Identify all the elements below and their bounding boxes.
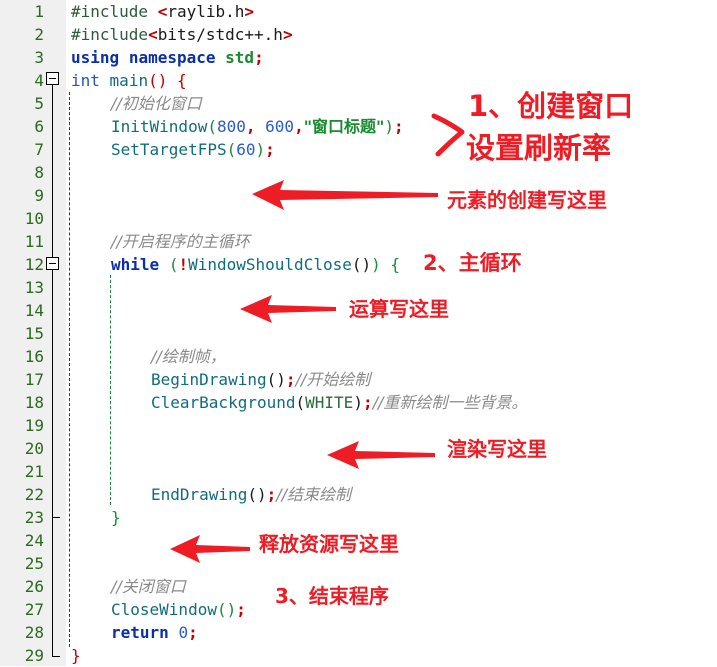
line-number: 16 xyxy=(24,347,44,366)
code-line: 29 } xyxy=(0,644,717,667)
code-line: 11 //开启程序的主循环 xyxy=(0,230,717,253)
line-number: 26 xyxy=(24,577,44,596)
code-line: 16 //绘制帧， xyxy=(0,345,717,368)
annotation-render: 渲染写这里 xyxy=(447,437,547,461)
code-text: CloseWindow(); xyxy=(111,600,246,619)
line-number: 28 xyxy=(24,623,44,642)
code-line: 1 #include <raylib.h> xyxy=(0,0,717,23)
code-line: 23 } xyxy=(0,506,717,529)
line-number: 18 xyxy=(24,393,44,412)
line-number: 19 xyxy=(24,416,44,435)
code-line: 3 using namespace std; xyxy=(0,46,717,69)
line-number: 25 xyxy=(24,554,44,573)
bracket-arrow-icon xyxy=(431,113,465,157)
line-number: 24 xyxy=(24,531,44,550)
left-arrow-icon xyxy=(327,441,435,469)
code-text: //初始化窗口 xyxy=(111,94,202,113)
code-line: 22 EndDrawing();//结束绘制 xyxy=(0,483,717,506)
code-text: BeginDrawing();//开始绘制 xyxy=(151,370,371,389)
annotation-compute: 运算写这里 xyxy=(349,297,449,321)
code-text: SetTargetFPS(60); xyxy=(111,140,275,159)
line-number: 27 xyxy=(24,600,44,619)
line-number: 23 xyxy=(24,508,44,527)
code-text: int main() { xyxy=(71,71,187,90)
code-text: ClearBackground(WHITE);//重新绘制一些背景。 xyxy=(151,393,528,412)
line-number: 22 xyxy=(24,485,44,504)
code-text: InitWindow(800, 600,"窗口标题"); xyxy=(111,117,404,136)
code-line: 18 ClearBackground(WHITE);//重新绘制一些背景。 xyxy=(0,391,717,414)
line-number: 21 xyxy=(24,462,44,481)
code-text: using namespace std; xyxy=(71,48,264,67)
line-number: 2 xyxy=(34,25,44,44)
code-line: 19 xyxy=(0,414,717,437)
line-number: 11 xyxy=(24,232,44,251)
annotation-step1-subtitle: 设置刷新率 xyxy=(466,131,612,165)
line-number: 3 xyxy=(34,48,44,67)
line-number: 13 xyxy=(24,278,44,297)
code-text: #include <raylib.h> xyxy=(71,2,255,21)
code-line: 2 #include<bits/stdc++.h> xyxy=(0,23,717,46)
code-text: return 0; xyxy=(111,623,198,642)
line-number: 4 xyxy=(34,71,44,90)
line-number: 20 xyxy=(24,439,44,458)
code-text: } xyxy=(71,646,81,665)
code-line: 28 return 0; xyxy=(0,621,717,644)
code-line: 12 while (!WindowShouldClose()) { xyxy=(0,253,717,276)
code-text: //关闭窗口 xyxy=(111,577,186,596)
line-number: 7 xyxy=(34,140,44,159)
annotation-step3: 3、结束程序 xyxy=(275,584,389,608)
code-line: 15 xyxy=(0,322,717,345)
line-number: 1 xyxy=(34,2,44,21)
line-number: 5 xyxy=(34,94,44,113)
line-number: 8 xyxy=(34,163,44,182)
line-number: 15 xyxy=(24,324,44,343)
annotation-step2: 2、主循环 xyxy=(423,251,522,275)
left-arrow-icon xyxy=(240,295,336,323)
line-number: 29 xyxy=(24,646,44,665)
line-number: 14 xyxy=(24,301,44,320)
annotation-create-elements: 元素的创建写这里 xyxy=(447,188,607,212)
line-number: 17 xyxy=(24,370,44,389)
code-text: //绘制帧， xyxy=(151,347,226,366)
left-arrow-icon xyxy=(252,180,438,210)
annotation-step1-title: 1、创建窗口 xyxy=(468,89,634,123)
left-arrow-icon xyxy=(170,535,250,563)
code-text: EndDrawing();//结束绘制 xyxy=(151,485,352,504)
line-number: 6 xyxy=(34,117,44,136)
annotation-release: 释放资源写这里 xyxy=(259,532,399,556)
line-number: 10 xyxy=(24,209,44,228)
code-text: } xyxy=(111,508,121,527)
code-text: while (!WindowShouldClose()) { xyxy=(111,255,401,274)
line-number: 12 xyxy=(24,255,44,274)
code-text: //开启程序的主循环 xyxy=(111,232,250,251)
code-line: 17 BeginDrawing();//开始绘制 xyxy=(0,368,717,391)
line-number: 9 xyxy=(34,186,44,205)
code-text: #include<bits/stdc++.h> xyxy=(71,25,293,44)
